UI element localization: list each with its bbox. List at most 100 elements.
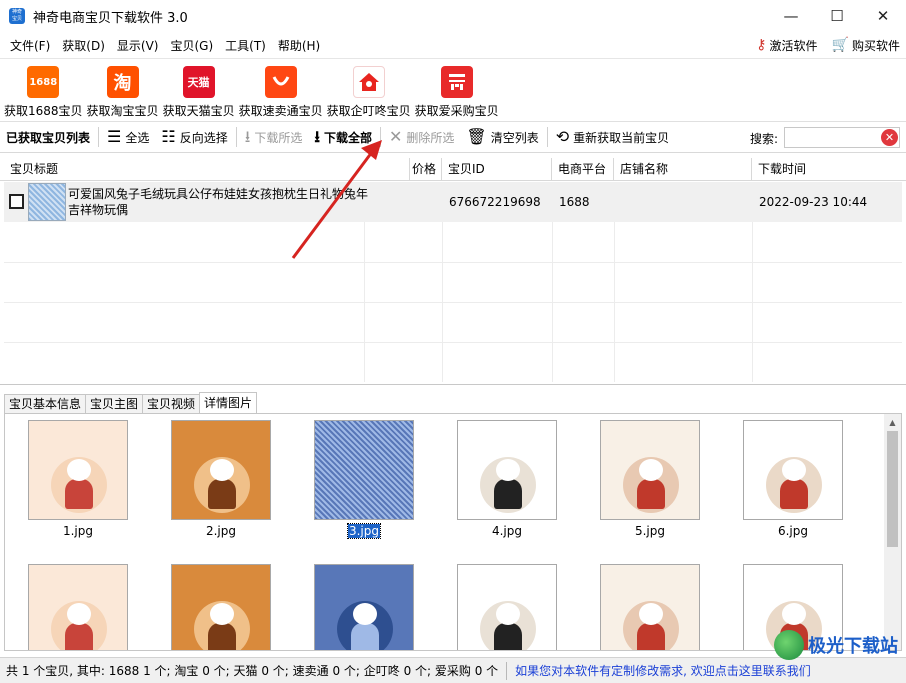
- image-tile[interactable]: 3.jpg: [314, 420, 414, 539]
- platform-toolbar: 1688 获取1688宝贝 淘 获取淘宝宝贝 天猫 获取天猫宝贝 获取速卖通宝贝…: [0, 58, 906, 120]
- maximize-button[interactable]: ☐: [814, 0, 860, 32]
- tab-main-images[interactable]: 宝贝主图: [85, 394, 144, 414]
- app-logo-icon: 神奇 宝贝: [9, 8, 25, 24]
- buy-label: 购买软件: [851, 38, 900, 53]
- fetch-aliexpress-button[interactable]: 获取速卖通宝贝: [239, 59, 323, 121]
- row-time: 2022-09-23 10:44: [759, 195, 868, 209]
- grid-line: [4, 302, 902, 303]
- image-filename: 2.jpg: [171, 523, 271, 539]
- column-price[interactable]: 价格: [410, 158, 442, 181]
- column-shop[interactable]: 店铺名称: [614, 158, 752, 181]
- tab-basic-info[interactable]: 宝贝基本信息: [4, 394, 87, 414]
- activate-software-button[interactable]: ⚷ 激活软件: [756, 37, 817, 54]
- close-button[interactable]: ✕: [860, 0, 906, 32]
- column-platform[interactable]: 电商平台: [552, 158, 614, 181]
- list-icon: ☷: [161, 127, 176, 146]
- image-thumbnail: [743, 420, 843, 520]
- fetch-tmall-button[interactable]: 天猫 获取天猫宝贝: [163, 59, 235, 121]
- image-tile[interactable]: 6.jpg: [743, 420, 843, 539]
- delete-x-icon: ✕: [388, 127, 403, 146]
- download-icon: ⭳: [314, 127, 320, 146]
- image-filename: 5.jpg: [600, 523, 700, 539]
- image-tile[interactable]: [600, 564, 700, 650]
- image-tile[interactable]: [457, 564, 557, 650]
- fetch-aicaigou-button[interactable]: 获取爱采购宝贝: [415, 59, 499, 121]
- watermark-logo-icon: [774, 630, 804, 660]
- refetch-button[interactable]: ⟲ 重新获取当前宝贝: [550, 123, 675, 151]
- menu-file[interactable]: 文件(F): [4, 37, 56, 54]
- qidingdong-icon: [352, 66, 385, 98]
- image-filename: 3.jpg: [314, 523, 414, 539]
- image-filename: 4.jpg: [457, 523, 557, 539]
- delete-selected-button[interactable]: ✕ 删除所选: [383, 123, 460, 151]
- select-all-button[interactable]: ☰ 全选: [101, 123, 155, 151]
- download-icon: ⭳: [244, 127, 251, 146]
- image-tile[interactable]: [28, 564, 128, 650]
- image-thumbnail: [457, 420, 557, 520]
- menu-fetch[interactable]: 获取(D): [56, 37, 111, 54]
- fetch-1688-button[interactable]: 1688 获取1688宝贝: [4, 59, 83, 121]
- column-id[interactable]: 宝贝ID: [442, 158, 552, 181]
- activate-label: 激活软件: [769, 38, 818, 53]
- row-id: 676672219698: [449, 195, 541, 209]
- toolbar-divider: [98, 127, 100, 147]
- tab-detail-images[interactable]: 详情图片: [199, 392, 258, 414]
- grid-line: [4, 262, 902, 263]
- image-thumbnail: [314, 564, 414, 650]
- fetch-taobao-label: 获取淘宝宝贝: [86, 104, 159, 118]
- tab-video[interactable]: 宝贝视频: [142, 394, 201, 414]
- image-tile[interactable]: 1.jpg: [28, 420, 128, 539]
- toolbar-divider: [235, 127, 237, 147]
- checklist-icon: ☰: [107, 127, 122, 146]
- search-input[interactable]: ✕: [784, 127, 900, 148]
- image-filename-text: 1.jpg: [62, 524, 94, 538]
- download-selected-label: 下载所选: [254, 130, 303, 145]
- scroll-thumb[interactable]: [887, 431, 898, 547]
- image-filename-text: 6.jpg: [777, 524, 809, 538]
- image-tile[interactable]: 4.jpg: [457, 420, 557, 539]
- fetch-1688-label: 获取1688宝贝: [4, 104, 83, 118]
- menu-help[interactable]: 帮助(H): [272, 37, 326, 54]
- grid-line: [4, 342, 902, 343]
- delete-selected-label: 删除所选: [406, 130, 455, 145]
- download-all-button[interactable]: ⭳ 下载全部: [308, 123, 378, 151]
- invert-select-label: 反向选择: [179, 130, 228, 145]
- image-filename-text: 3.jpg: [346, 523, 382, 539]
- image-thumbnail: [171, 420, 271, 520]
- status-bar: 共 1 个宝贝, 其中: 1688 1 个; 淘宝 0 个; 天猫 0 个; 速…: [0, 657, 906, 683]
- table-row[interactable]: 可爱国风兔子毛绒玩具公仔布娃娃女孩抱枕生日礼物兔年吉祥物玩偶 676672219…: [4, 182, 902, 222]
- clear-search-icon[interactable]: ✕: [881, 129, 898, 146]
- clear-list-button[interactable]: 🗑 清空列表: [460, 123, 544, 151]
- column-title[interactable]: 宝贝标题: [4, 158, 410, 181]
- invert-select-button[interactable]: ☷ 反向选择: [155, 123, 233, 151]
- fetch-tmall-label: 获取天猫宝贝: [162, 104, 235, 118]
- contact-link[interactable]: 如果您对本软件有定制修改需求, 欢迎点击这里联系我们: [515, 662, 811, 679]
- image-filename: 1.jpg: [28, 523, 128, 539]
- image-tile[interactable]: 2.jpg: [171, 420, 271, 539]
- image-thumbnail: [600, 420, 700, 520]
- fetch-taobao-button[interactable]: 淘 获取淘宝宝贝: [87, 59, 159, 121]
- image-tile[interactable]: [171, 564, 271, 650]
- image-thumbnail: [28, 564, 128, 650]
- gallery-scrollbar[interactable]: ▲: [884, 414, 901, 650]
- row-checkbox[interactable]: [9, 194, 24, 209]
- image-filename-text: 4.jpg: [491, 524, 523, 538]
- refetch-label: 重新获取当前宝贝: [573, 130, 670, 145]
- refresh-icon: ⟲: [555, 127, 570, 146]
- menu-item-goods[interactable]: 宝贝(G): [164, 37, 219, 54]
- fetch-qidingdong-button[interactable]: 获取企叮咚宝贝: [327, 59, 411, 121]
- aliexpress-icon: [264, 66, 297, 98]
- menu-view[interactable]: 显示(V): [111, 37, 165, 54]
- image-tile[interactable]: [314, 564, 414, 650]
- watermark-text: 极光下载站: [808, 636, 898, 657]
- tmall-icon: 天猫: [182, 66, 215, 98]
- download-selected-button[interactable]: ⭳ 下载所选: [239, 123, 309, 151]
- column-time[interactable]: 下载时间: [752, 158, 902, 181]
- scroll-up-icon[interactable]: ▲: [884, 414, 901, 431]
- image-tile[interactable]: 5.jpg: [600, 420, 700, 539]
- buy-software-button[interactable]: 🛒 购买软件: [832, 37, 900, 54]
- menu-tools[interactable]: 工具(T): [219, 37, 272, 54]
- row-price: [410, 182, 442, 222]
- minimize-button[interactable]: —: [768, 0, 814, 32]
- image-filename-text: 5.jpg: [634, 524, 666, 538]
